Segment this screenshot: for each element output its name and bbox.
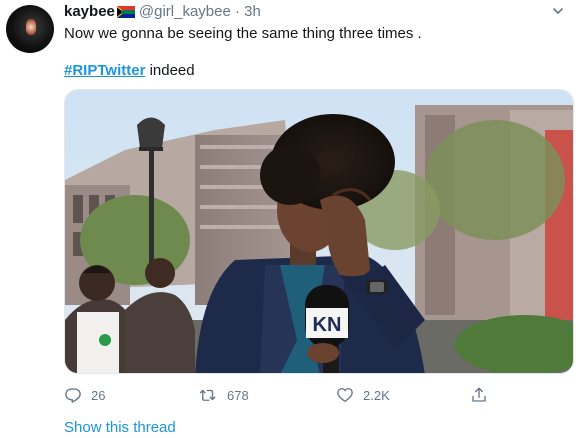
share-button[interactable] — [470, 384, 488, 406]
hashtag-trailing-text: indeed — [145, 62, 195, 79]
microphone-logo-text: KN — [313, 314, 342, 336]
tweet[interactable]: kaybee @girl_kaybee · 3h Now we gonna be… — [0, 0, 584, 438]
like-button[interactable]: 2.2K — [336, 384, 390, 406]
tweet-actions-bar: 26 678 2.2K — [64, 384, 504, 406]
tweet-text: Now we gonna be seeing the same thing th… — [64, 25, 422, 42]
tweet-media-image[interactable]: KN — [64, 89, 574, 374]
separator-dot: · — [235, 3, 240, 20]
retweet-count: 678 — [227, 387, 249, 403]
reply-icon — [65, 388, 81, 403]
retweet-icon — [199, 389, 216, 401]
timestamp[interactable]: 3h — [244, 3, 261, 20]
south-africa-flag-icon — [116, 6, 135, 18]
heart-icon — [337, 387, 353, 403]
reply-count: 26 — [91, 387, 106, 403]
media-photo: KN — [65, 90, 573, 373]
tweet-text-hashtag-line: #RIPTwitter indeed — [64, 61, 195, 81]
reply-button[interactable]: 26 — [64, 384, 105, 406]
share-icon — [472, 387, 486, 402]
avatar-figure — [26, 19, 36, 35]
avatar[interactable] — [6, 5, 54, 53]
tweet-header: kaybee @girl_kaybee · 3h — [64, 3, 261, 21]
chevron-down-icon — [553, 8, 563, 14]
tweet-menu-button[interactable] — [548, 1, 568, 21]
hashtag-link[interactable]: #RIPTwitter — [64, 62, 145, 79]
display-name[interactable]: kaybee — [64, 3, 115, 20]
like-count: 2.2K — [363, 387, 390, 403]
user-handle[interactable]: @girl_kaybee — [139, 3, 231, 20]
show-thread-link[interactable]: Show this thread — [64, 418, 176, 438]
retweet-button[interactable]: 678 — [198, 384, 249, 406]
